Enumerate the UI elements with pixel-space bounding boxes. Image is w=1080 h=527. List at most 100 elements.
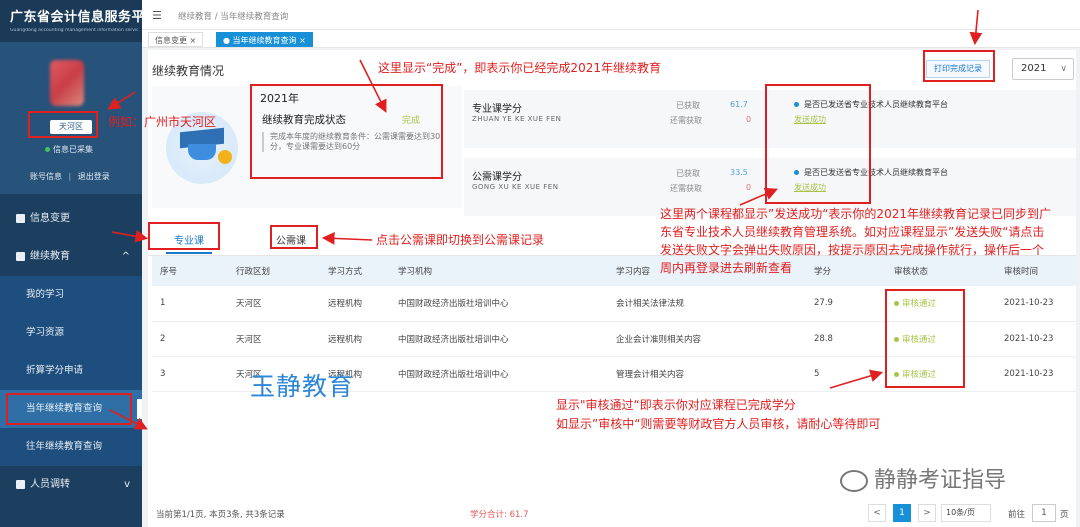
print-record-button[interactable]: 打印完成记录 bbox=[926, 60, 990, 78]
search-icon bbox=[16, 251, 25, 261]
sync-status-link[interactable]: 发送成功 bbox=[794, 182, 826, 193]
tab-professional-course[interactable]: 专业课 bbox=[166, 232, 212, 254]
status-value: 完成 bbox=[402, 116, 421, 126]
sidebar-item-past-years-query[interactable]: 往年继续教育查询 bbox=[0, 428, 142, 466]
need-label: 还需获取 bbox=[670, 184, 702, 193]
sidebar-item-credit-conversion[interactable]: 折算学分申请 bbox=[0, 352, 142, 390]
year-select[interactable]: 2021 ∨ bbox=[1012, 58, 1074, 80]
tab-info-change[interactable]: 信息变更 × bbox=[148, 32, 204, 47]
sidebar-item-info-change[interactable]: 信息变更 bbox=[0, 200, 142, 238]
sidebar-item-continuing-education[interactable]: 继续教育 ^ bbox=[0, 238, 142, 276]
goto-label: 前往 bbox=[1008, 510, 1026, 520]
watermark-wechat: 静静考证指导 bbox=[840, 462, 1006, 494]
menu-toggle-icon[interactable]: ☰ bbox=[152, 9, 162, 22]
need-value: 0 bbox=[746, 115, 752, 124]
watermark-wechat-text: 静静考证指导 bbox=[874, 468, 1007, 493]
need-label: 还需获取 bbox=[670, 116, 702, 125]
cell: 会计相关法律法规 bbox=[616, 299, 685, 310]
annotation-district-example: 例如：广州市天河区 bbox=[108, 115, 217, 129]
cell: 2021-10-23 bbox=[1004, 333, 1054, 344]
breadcrumb: 继续教育 / 当年继续教育查询 bbox=[178, 12, 289, 22]
audit-status: 审核通过 bbox=[894, 335, 936, 345]
cell: 企业会计准则相关内容 bbox=[616, 334, 702, 345]
cell: 3 bbox=[160, 368, 166, 379]
page-suffix: 页 bbox=[1060, 510, 1069, 520]
watermark-center: 玉静教育 bbox=[250, 372, 355, 401]
brand-title: 广东省会计信息服务平台 bbox=[10, 10, 159, 25]
sidebar-item-my-study[interactable]: 我的学习 bbox=[0, 276, 142, 314]
avatar bbox=[50, 60, 84, 106]
gained-value: 61.7 bbox=[730, 100, 748, 109]
credit-pinyin: ZHUAN YE KE XUE FEN bbox=[472, 115, 562, 123]
page-size-select[interactable]: 10条/页 bbox=[941, 504, 991, 522]
cell: 2021-10-23 bbox=[1004, 368, 1054, 379]
credit-name: 公需课学分 bbox=[472, 172, 522, 183]
goto-page-input[interactable]: 1 bbox=[1032, 504, 1056, 522]
sidebar-item-current-year-query[interactable]: 当年继续教育查询 bbox=[0, 390, 142, 428]
page-title: 继续教育情况 bbox=[152, 64, 225, 78]
sidebar-item-label: 继续教育 bbox=[30, 251, 70, 262]
table-row: 1 天河区 远程机构 中国财政经济出版社培训中心 会计相关法律法规 27.9 审… bbox=[152, 286, 1076, 321]
audit-status: 审核通过 bbox=[894, 370, 936, 380]
cell: 中国财政经济出版社培训中心 bbox=[398, 299, 509, 310]
status-title: 继续教育完成状态 bbox=[262, 114, 346, 126]
account-info-link[interactable]: 账号信息 bbox=[30, 172, 62, 181]
annotation-done-note: 这里显示“完成”，即表示你已经完成2021年继续教育 bbox=[378, 61, 661, 75]
credit-name: 专业课学分 bbox=[472, 104, 522, 115]
gained-value: 33.5 bbox=[730, 168, 748, 177]
sidebar-item-staff-transfer[interactable]: 人员调转 v bbox=[0, 466, 142, 504]
document-icon bbox=[16, 479, 25, 489]
district-badge: 天河区 bbox=[50, 120, 92, 134]
page-1-button[interactable]: 1 bbox=[893, 504, 911, 522]
tab-public-course[interactable]: 公需课 bbox=[276, 232, 306, 247]
tab-bar: 信息变更 × ● 当年继续教育查询 × bbox=[142, 30, 1080, 48]
credit-sum: 学分合计: 61.7 bbox=[470, 510, 529, 520]
annotation-switch-note: 点击公需课即切换到公需课记录 bbox=[376, 233, 545, 247]
pagination-footer: 当前第1/1页, 本页3条, 共3条记录 学分合计: 61.7 < 1 > 10… bbox=[148, 502, 1076, 527]
sidebar-item-label: 信息变更 bbox=[30, 213, 70, 224]
cell: 28.8 bbox=[814, 333, 833, 344]
annotation-audit-note-1: 显示"审核通过“即表示你对应课程已完成学分 bbox=[556, 398, 796, 412]
sync-status-link[interactable]: 发送成功 bbox=[794, 114, 826, 125]
link-separator: | bbox=[68, 172, 72, 181]
tab-current-year-query[interactable]: ● 当年继续教育查询 × bbox=[216, 32, 313, 47]
app-root: 广东省会计信息服务平台 Guangdong accounting managem… bbox=[0, 0, 1080, 527]
cell: 远程机构 bbox=[328, 334, 363, 345]
chevron-up-icon: ^ bbox=[121, 251, 130, 262]
collected-status: 信息已采集 bbox=[45, 144, 93, 155]
professional-credit-card: 专业课学分 ZHUAN YE KE XUE FEN 已获取 61.7 还需获取 … bbox=[464, 90, 1076, 148]
logout-link[interactable]: 退出登录 bbox=[78, 172, 110, 181]
sidebar-submenu: 我的学习 学习资源 折算学分申请 当年继续教育查询 往年继续教育查询 bbox=[0, 276, 142, 466]
col-header: 序号 bbox=[160, 267, 178, 277]
cell: 管理会计相关内容 bbox=[616, 369, 685, 380]
main-content: 继续教育情况 打印完成记录 2021 ∨ 2021年 继续教育完成状态 完成 完成… bbox=[148, 50, 1076, 527]
audit-status-cell: 审核通过 bbox=[886, 356, 996, 391]
account-links: 账号信息 | 退出登录 bbox=[30, 171, 110, 182]
cell: 2 bbox=[160, 333, 166, 344]
edit-icon bbox=[16, 213, 25, 223]
cell: 天河区 bbox=[236, 334, 262, 345]
cell: 远程机构 bbox=[328, 299, 363, 310]
sidebar-item-study-resources[interactable]: 学习资源 bbox=[0, 314, 142, 352]
top-bar: ☰ 继续教育 / 当年继续教育查询 bbox=[142, 0, 1080, 30]
audit-status: 审核通过 bbox=[894, 299, 936, 309]
status-year: 2021年 bbox=[260, 92, 299, 105]
sidebar: 广东省会计信息服务平台 Guangdong accounting managem… bbox=[0, 0, 159, 527]
audit-status-cell: 审核通过 bbox=[886, 286, 996, 321]
year-select-value: 2021 bbox=[1021, 63, 1047, 74]
audit-status-cell: 审核通过 bbox=[886, 321, 996, 356]
cell: 中国财政经济出版社培训中心 bbox=[398, 369, 509, 380]
chevron-down-icon: v bbox=[124, 479, 130, 490]
cell: 27.9 bbox=[814, 298, 833, 309]
next-page-button[interactable]: > bbox=[918, 504, 936, 522]
wechat-logo-icon bbox=[840, 470, 868, 492]
completion-status-card: 2021年 继续教育完成状态 完成 完成本年度的继续教育条件：公需课需要达到30… bbox=[152, 86, 462, 208]
annotation-audit-note-2: 如显示”审核中“则需要等财政官方人员审核，请耐心等待即可 bbox=[556, 417, 881, 431]
col-header: 行政区划 bbox=[236, 267, 271, 277]
bullet-icon bbox=[794, 170, 799, 175]
brand-subtitle: Guangdong accounting management informat… bbox=[10, 28, 138, 33]
cell: 中国财政经济出版社培训中心 bbox=[398, 334, 509, 345]
prev-page-button[interactable]: < bbox=[868, 504, 886, 522]
sync-label: 是否已发送省专业技术人员继续教育平台 bbox=[804, 100, 948, 109]
col-header: 学习方式 bbox=[328, 267, 363, 277]
